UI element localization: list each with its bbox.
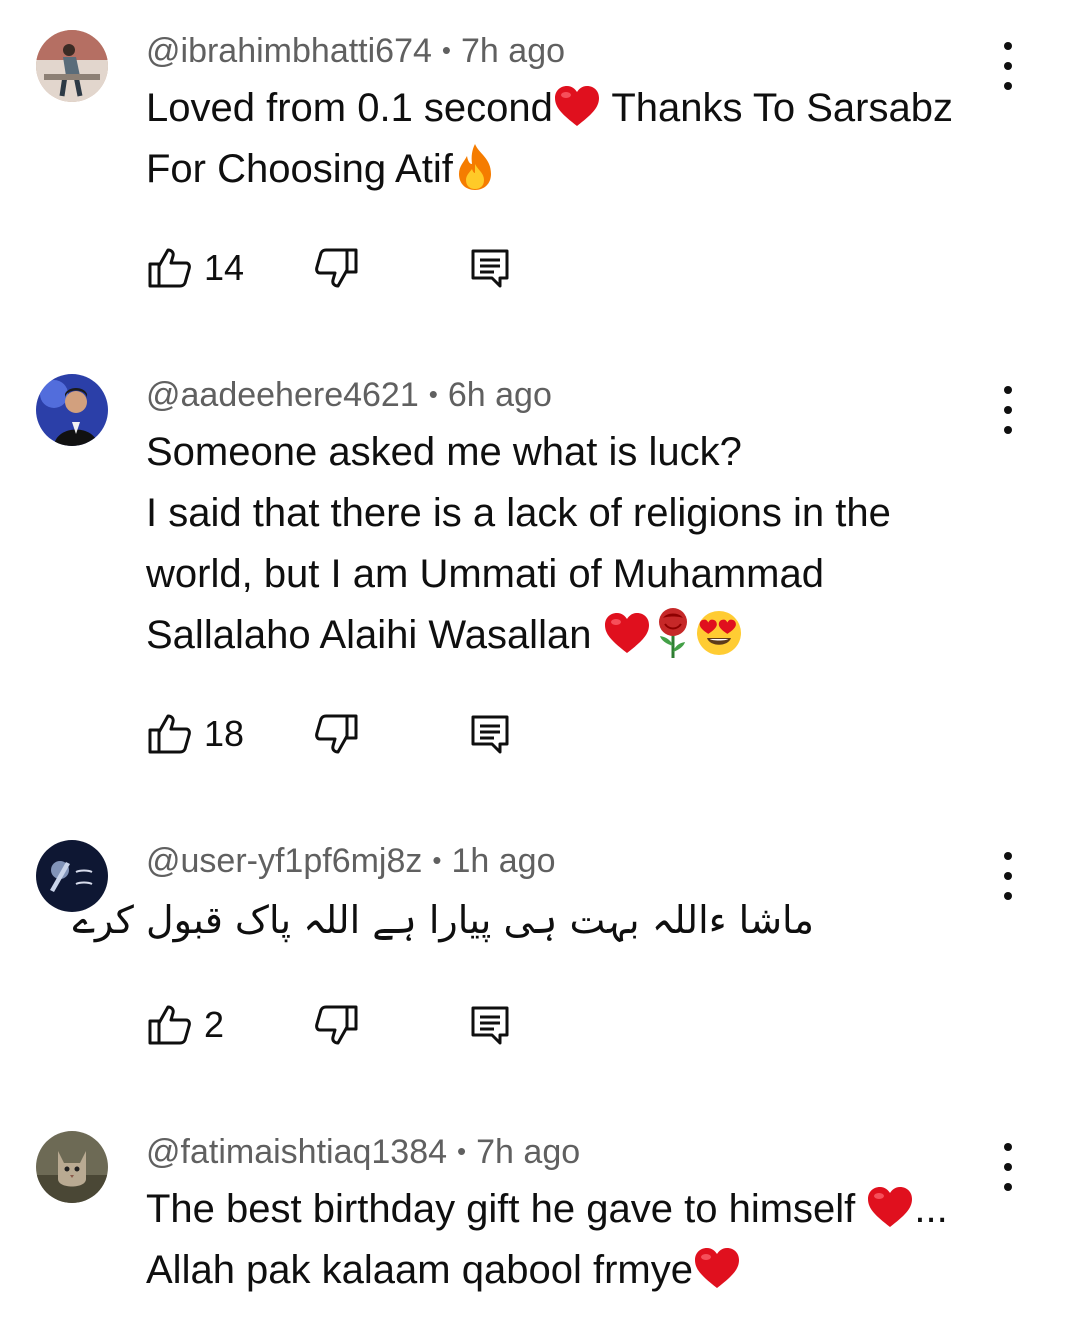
- reply-comment-icon[interactable]: [466, 244, 514, 292]
- comment-time[interactable]: 7h ago: [461, 32, 565, 70]
- reply-comment-icon[interactable]: [466, 710, 514, 758]
- comment-author[interactable]: @aadeehere4621: [146, 376, 419, 414]
- thumbs-down-icon[interactable]: [312, 244, 360, 292]
- avatar[interactable]: [36, 30, 108, 102]
- comment-author[interactable]: @user-yf1pf6mj8z: [146, 842, 422, 880]
- comment-line: Someone asked me what is luck?: [146, 430, 742, 474]
- comment-time[interactable]: 6h ago: [448, 376, 552, 414]
- separator-dot: •: [432, 845, 442, 875]
- man-on-stage-avatar: [36, 374, 108, 446]
- comment-line-text: Thanks To Sarsabz: [600, 86, 953, 130]
- comment-header: @aadeehere4621 • 6h ago: [146, 375, 552, 417]
- comment-actions: 2: [146, 1001, 546, 1049]
- comment-line: The best birthday gift he gave to himsel…: [146, 1179, 1006, 1240]
- comment-header: @user-yf1pf6mj8z • 1h ago: [146, 841, 556, 883]
- menu-dot: [1004, 62, 1012, 70]
- comment-author[interactable]: @ibrahimbhatti674: [146, 32, 432, 70]
- separator-dot: •: [441, 35, 452, 65]
- comment-text: The best birthday gift he gave to himsel…: [146, 1179, 1006, 1301]
- comment-author[interactable]: @fatimaishtiaq1384: [146, 1133, 447, 1171]
- more-vert-icon: [1004, 42, 1012, 50]
- avatar[interactable]: [36, 374, 108, 446]
- thumbs-down-icon[interactable]: [312, 710, 360, 758]
- thumbs-up-icon[interactable]: [146, 1001, 194, 1049]
- comment-line-text: ...: [914, 1187, 948, 1231]
- cat-photo-avatar: [36, 1131, 108, 1203]
- comment-line: Allah pak kalaam qabool frmye: [146, 1240, 1006, 1301]
- comment-header: @ibrahimbhatti674 • 7h ago: [146, 31, 565, 73]
- menu-dot: [1004, 406, 1012, 414]
- more-vert-icon: [1004, 852, 1012, 860]
- heart-eyes-emoji: [695, 609, 743, 657]
- comment-actions: 14: [146, 244, 546, 292]
- more-vert-icon: [1004, 1143, 1012, 1151]
- more-vert-icon: [1004, 386, 1012, 394]
- comment-menu-button[interactable]: [990, 852, 1026, 900]
- comment-line: Loved from 0.1 second Thanks To Sarsabz: [146, 78, 1006, 139]
- red-heart-emoji: [553, 84, 601, 128]
- person-photo-avatar: [36, 30, 108, 102]
- comment-line: Sallalaho Alaihi Wasallan: [146, 605, 1006, 666]
- red-heart-emoji: [603, 611, 651, 655]
- comment-text: Loved from 0.1 second Thanks To Sarsabz …: [146, 78, 1006, 200]
- red-heart-emoji: [693, 1246, 741, 1290]
- avatar[interactable]: [36, 1131, 108, 1203]
- comment-line: For Choosing Atif: [146, 139, 1006, 200]
- reply-comment-icon[interactable]: [466, 1001, 514, 1049]
- like-count: 2: [204, 1004, 225, 1045]
- comment-line-text: Allah pak kalaam qabool frmye: [146, 1248, 693, 1292]
- comment-time[interactable]: 7h ago: [476, 1133, 580, 1171]
- separator-dot: •: [428, 379, 438, 409]
- thumbs-down-icon[interactable]: [312, 1001, 360, 1049]
- comment-text: ماشا ءاللہ بہت ہی پیارا ہے اللہ پاک قبول…: [72, 890, 814, 951]
- comment-line-text: Sallalaho Alaihi Wasallan: [146, 613, 603, 657]
- thumbs-up-icon[interactable]: [146, 244, 194, 292]
- comment-text: Someone asked me what is luck? I said th…: [146, 422, 1006, 666]
- comment-actions: 18: [146, 710, 546, 758]
- menu-dot: [1004, 1163, 1012, 1171]
- like-count: 14: [204, 247, 245, 288]
- rose-emoji: [651, 606, 695, 660]
- menu-dot: [1004, 872, 1012, 880]
- comment-time[interactable]: 1h ago: [452, 842, 556, 880]
- comment-line: I said that there is a lack of religions…: [146, 491, 891, 535]
- red-heart-emoji: [866, 1185, 914, 1229]
- comment-line-text: For Choosing Atif: [146, 147, 453, 191]
- thumbs-up-icon[interactable]: [146, 710, 194, 758]
- comment-line: world, but I am Ummati of Muhammad: [146, 552, 824, 596]
- menu-dot: [1004, 892, 1012, 900]
- fire-emoji: [453, 142, 497, 192]
- comment-line-text: Loved from 0.1 second: [146, 86, 553, 130]
- separator-dot: •: [457, 1136, 467, 1166]
- comment-line-text: The best birthday gift he gave to himsel…: [146, 1187, 867, 1231]
- comment-line: ماشا ءاللہ بہت ہی پیارا ہے اللہ پاک قبول…: [72, 898, 814, 942]
- like-count: 18: [204, 713, 245, 754]
- comment-header: @fatimaishtiaq1384 • 7h ago: [146, 1132, 580, 1174]
